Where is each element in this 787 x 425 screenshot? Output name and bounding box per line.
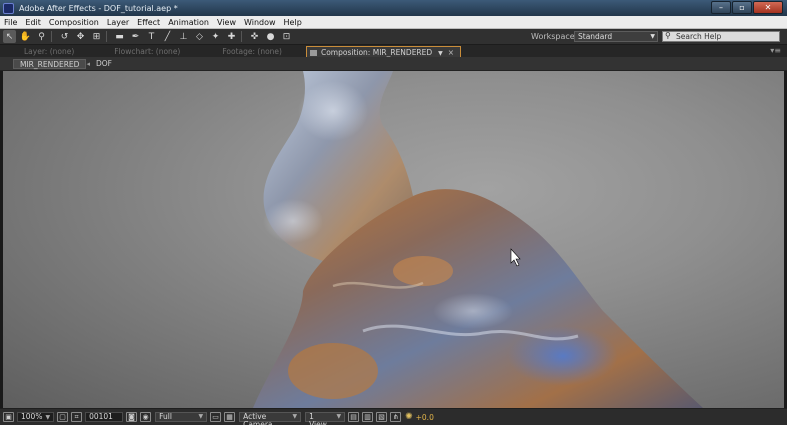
brush-tool-icon[interactable]: ╱ bbox=[161, 30, 174, 43]
close-button[interactable]: ✕ bbox=[753, 1, 783, 14]
subtab-dof[interactable]: DOF bbox=[90, 59, 118, 69]
show-channel-icon[interactable]: ◉ bbox=[140, 412, 152, 422]
toggle-pixel-aspect-icon[interactable]: ▤ bbox=[348, 412, 360, 422]
search-help-placeholder: Search Help bbox=[676, 32, 722, 41]
puppet-pin-tool-icon[interactable]: ✚ bbox=[225, 30, 238, 43]
pen-tool-icon[interactable]: ✒ bbox=[129, 30, 142, 43]
workspace-value: Standard bbox=[578, 32, 613, 41]
lock-icon[interactable] bbox=[309, 50, 317, 56]
view-layout-value: 1 View bbox=[309, 412, 327, 425]
menu-bar: File Edit Composition Layer Effect Anima… bbox=[0, 16, 787, 29]
tab-composition-label: Composition: MIR_RENDERED bbox=[320, 48, 433, 57]
view-layout-dropdown[interactable]: 1 View ▼ bbox=[305, 412, 346, 425]
menu-file[interactable]: File bbox=[0, 18, 21, 27]
menu-effect[interactable]: Effect bbox=[133, 18, 164, 27]
menu-view[interactable]: View bbox=[213, 18, 240, 27]
menu-help[interactable]: Help bbox=[280, 18, 306, 27]
toolbar-separator bbox=[51, 31, 52, 42]
pan-behind-tool-icon[interactable]: ⊞ bbox=[90, 30, 103, 43]
always-preview-icon[interactable]: ▣ bbox=[3, 412, 14, 422]
minimize-button[interactable]: – bbox=[711, 1, 731, 14]
axis-mode-icon[interactable]: ✜ bbox=[248, 30, 261, 43]
workspace-dropdown[interactable]: Standard ▼ bbox=[574, 31, 658, 42]
camera-orbit-tool-icon[interactable]: ✥ bbox=[74, 30, 87, 43]
toolbar-separator bbox=[106, 31, 107, 42]
viewer-controls-bar: ▣ 100% ▼ ▢ ⌗ 00101 ◙ ◉ Full ▼ ▭ ▦ Active C… bbox=[0, 408, 787, 425]
chevron-down-icon: ▼ bbox=[45, 414, 51, 421]
tab-composition[interactable]: Composition: MIR_RENDERED ▼ × bbox=[305, 46, 462, 57]
window-controls: – ▫ ✕ bbox=[711, 1, 783, 14]
clone-stamp-tool-icon[interactable]: ⊥ bbox=[177, 30, 190, 43]
roto-brush-tool-icon[interactable]: ✦ bbox=[209, 30, 222, 43]
close-tab-icon[interactable]: × bbox=[448, 48, 454, 57]
search-icon: ⚲ bbox=[665, 31, 671, 40]
transparency-grid-icon[interactable]: ▦ bbox=[224, 412, 236, 422]
exposure-value[interactable]: +0.0 bbox=[416, 413, 434, 422]
subtab-mir-rendered[interactable]: MIR_RENDERED bbox=[13, 58, 87, 69]
menu-edit[interactable]: Edit bbox=[21, 18, 45, 27]
tab-flowchart[interactable]: Flowchart: (none) bbox=[108, 46, 186, 57]
region-of-interest-icon[interactable]: ▭ bbox=[210, 412, 222, 422]
hand-tool-icon[interactable]: ✋ bbox=[19, 30, 32, 43]
toolbar-separator bbox=[241, 31, 242, 42]
tab-footage[interactable]: Footage: (none) bbox=[216, 46, 288, 57]
menu-window[interactable]: Window bbox=[240, 18, 280, 27]
zoom-tool-icon[interactable]: ⚲ bbox=[35, 30, 48, 43]
eraser-tool-icon[interactable]: ◇ bbox=[193, 30, 206, 43]
composition-viewer[interactable] bbox=[3, 71, 784, 408]
magnification-dropdown[interactable]: 100% ▼ bbox=[17, 412, 55, 422]
composition-navigator: MIR_RENDERED ◂ DOF bbox=[0, 57, 787, 71]
search-help-input[interactable]: ⚲ Search Help bbox=[662, 31, 780, 42]
workspace-label: Workspace: bbox=[531, 32, 578, 41]
timeline-icon[interactable]: ▧ bbox=[376, 412, 388, 422]
selection-tool-icon[interactable]: ↖ bbox=[3, 30, 16, 43]
magnification-value: 100% bbox=[21, 412, 43, 421]
menu-animation[interactable]: Animation bbox=[164, 18, 213, 27]
panel-tabs: Layer: (none) Flowchart: (none) Footage:… bbox=[0, 45, 787, 57]
chevron-down-icon: ▼ bbox=[292, 413, 298, 420]
snapshot-camera-icon[interactable]: ◙ bbox=[126, 412, 138, 422]
world-axis-icon[interactable]: ● bbox=[264, 30, 277, 43]
safe-zones-icon[interactable]: ▢ bbox=[57, 412, 69, 422]
view-axis-icon[interactable]: ⊡ bbox=[280, 30, 293, 43]
chevron-down-icon[interactable]: ▼ bbox=[438, 50, 443, 57]
menu-composition[interactable]: Composition bbox=[45, 18, 103, 27]
rendered-liquid-image bbox=[253, 71, 703, 408]
rectangle-mask-tool-icon[interactable]: ▬ bbox=[113, 30, 126, 43]
resolution-dropdown[interactable]: Full ▼ bbox=[155, 412, 208, 422]
after-effects-app-icon bbox=[3, 2, 14, 14]
current-time-field[interactable]: 00101 bbox=[85, 412, 124, 422]
tools-toolbar: ↖ ✋ ⚲ ↺ ✥ ⊞ ▬ ✒ T ╱ ⊥ ◇ ✦ ✚ ✜ ● ⊡ Workspace: Standard ▼ … bbox=[0, 29, 787, 45]
flowchart-icon[interactable]: ⋔ bbox=[390, 412, 402, 422]
chevron-down-icon: ▼ bbox=[336, 413, 342, 420]
camera-view-value: Active Camera bbox=[243, 412, 273, 425]
title-bar: Adobe After Effects - DOF_tutorial.aep *… bbox=[0, 0, 787, 16]
grid-icon[interactable]: ⌗ bbox=[71, 412, 83, 422]
resolution-value: Full bbox=[159, 412, 172, 421]
chevron-down-icon: ▼ bbox=[650, 33, 655, 40]
panel-menu-icon[interactable]: ▾≡ bbox=[770, 46, 781, 55]
window-title: Adobe After Effects - DOF_tutorial.aep * bbox=[19, 3, 178, 13]
exposure-icon[interactable]: ✺ bbox=[405, 412, 413, 422]
rotate-tool-icon[interactable]: ↺ bbox=[58, 30, 71, 43]
fast-previews-icon[interactable]: ▥ bbox=[362, 412, 374, 422]
menu-layer[interactable]: Layer bbox=[103, 18, 133, 27]
camera-view-dropdown[interactable]: Active Camera ▼ bbox=[239, 412, 302, 425]
maximize-button[interactable]: ▫ bbox=[732, 1, 752, 14]
type-tool-icon[interactable]: T bbox=[145, 30, 158, 43]
chevron-down-icon: ▼ bbox=[198, 413, 204, 420]
tab-layer[interactable]: Layer: (none) bbox=[18, 46, 80, 57]
